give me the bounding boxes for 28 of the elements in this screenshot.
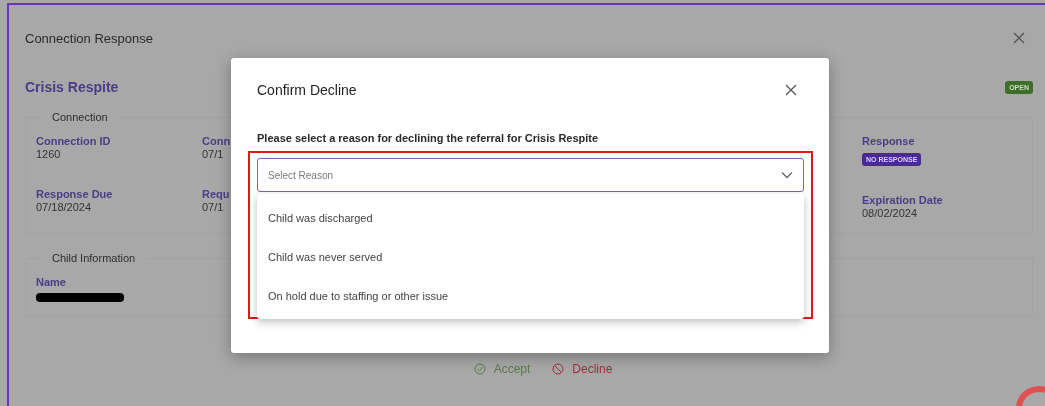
field-label: Conn xyxy=(202,135,231,147)
field-label: Name xyxy=(36,276,66,288)
field-value: 08/02/2024 xyxy=(862,207,918,219)
dropdown-option[interactable]: Child was discharged xyxy=(257,198,804,237)
prompt-text: Please select a reason for declining the referral for Crisis Respite xyxy=(257,132,600,144)
field-value: 1260 xyxy=(36,148,61,160)
program-title: Crisis Respite xyxy=(25,79,119,95)
field-value: 07/1 xyxy=(202,201,224,213)
field-label: Response Due xyxy=(36,188,113,200)
field-label: Requ xyxy=(202,188,230,200)
check-circle-icon xyxy=(473,363,486,375)
dropdown-option[interactable]: Child was never served xyxy=(257,237,804,276)
field-label: Connection ID xyxy=(36,135,111,147)
dropdown-option[interactable]: On hold due to staffing or other issue xyxy=(257,276,804,315)
section-legend: Child Information xyxy=(40,252,148,264)
field-label: Response xyxy=(862,135,915,147)
ban-icon xyxy=(552,363,565,375)
dialog-title: Confirm Decline xyxy=(257,82,357,98)
page-title: Connection Response xyxy=(25,30,153,46)
circle-annotation-icon xyxy=(1015,384,1045,406)
chevron-icon xyxy=(781,171,793,179)
section-legend: Connection xyxy=(40,111,120,123)
field-value: 07/18/2024 xyxy=(36,201,92,213)
field-label: Expiration Date xyxy=(862,194,943,206)
reason-select[interactable]: Select Reason xyxy=(257,158,804,192)
close-icon[interactable] xyxy=(1013,32,1025,44)
close-icon[interactable] xyxy=(785,84,797,96)
field-value: 07/1 xyxy=(202,148,224,160)
